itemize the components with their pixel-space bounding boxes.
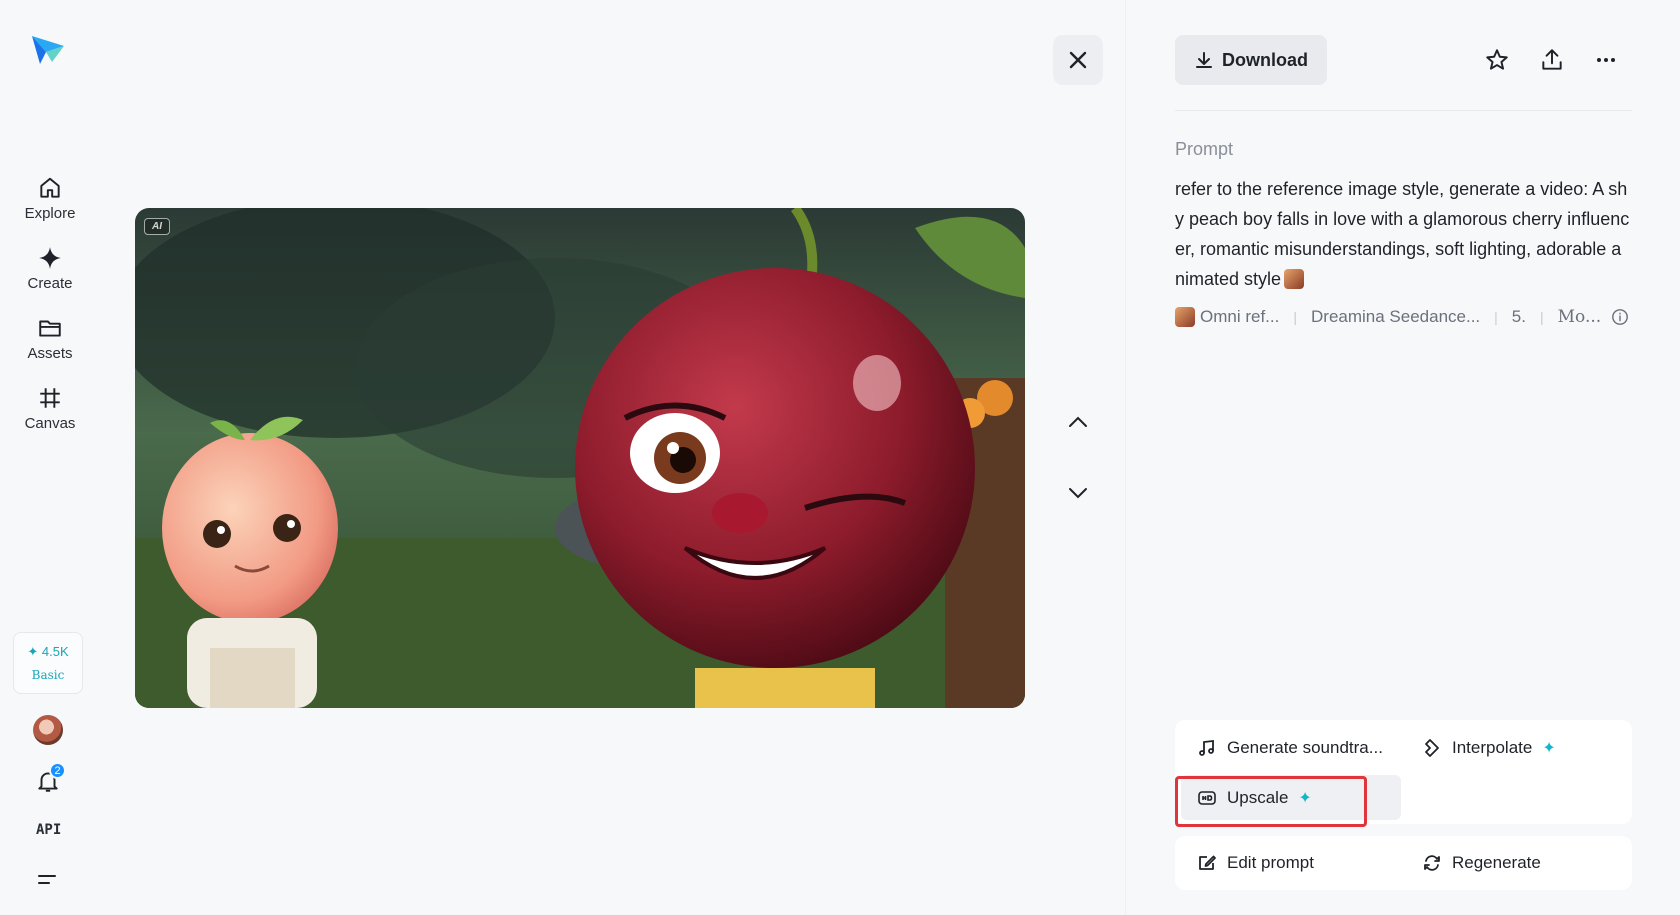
diamond-icon — [39, 247, 61, 269]
reference-thumb-icon — [1175, 307, 1195, 327]
refresh-icon — [1424, 855, 1440, 871]
sidebar-item-canvas[interactable]: Canvas — [10, 385, 90, 445]
reference-image-thumbnail — [1284, 269, 1305, 289]
folder-icon — [39, 320, 61, 337]
credits-badge[interactable]: ✦ 4.5K Basic — [13, 632, 83, 694]
sidebar-item-label: Create — [27, 275, 73, 292]
meta-separator: | — [1494, 309, 1498, 325]
favorite-button[interactable] — [1482, 45, 1512, 75]
meta-version: 5. — [1511, 307, 1526, 326]
app-logo-icon[interactable] — [30, 32, 66, 68]
action-label: Interpolate — [1452, 738, 1533, 757]
download-icon — [1196, 52, 1212, 68]
frame-icon — [40, 388, 60, 408]
sparkle-icon: ✦ — [1298, 790, 1312, 807]
notification-count-badge: 2 — [49, 762, 66, 779]
regenerate-button[interactable]: Regenerate — [1400, 841, 1541, 885]
sidebar-item-label: Assets — [27, 345, 73, 362]
previous-item-button[interactable] — [1063, 407, 1093, 437]
sidebar-item-assets[interactable]: Assets — [10, 315, 90, 375]
share-icon — [1542, 49, 1562, 70]
close-button[interactable] — [1053, 35, 1103, 85]
upscale-button[interactable]: Upscale ✦ — [1175, 776, 1312, 820]
credits-amount: ✦ 4.5K — [27, 644, 69, 659]
panel-separator — [1175, 110, 1632, 111]
next-item-button[interactable] — [1063, 478, 1093, 508]
meta-separator: | — [1539, 309, 1544, 325]
hd-icon — [1198, 791, 1216, 805]
chevron-up-icon — [1069, 416, 1087, 427]
video-frame-illustration — [135, 208, 1025, 708]
generate-soundtrack-button[interactable]: Generate soundtra... — [1175, 726, 1383, 770]
music-note-icon — [1199, 739, 1214, 756]
plan-name: Basic — [31, 668, 65, 682]
action-label: Regenerate — [1452, 853, 1541, 872]
more-options-button[interactable] — [1591, 45, 1621, 75]
action-label: Edit prompt — [1227, 853, 1314, 872]
edit-icon — [1199, 855, 1216, 870]
sidebar-item-create[interactable]: Create — [10, 245, 90, 305]
action-label: Upscale — [1227, 788, 1289, 807]
prompt-text: refer to the reference image style, gene… — [1175, 174, 1630, 294]
menu-icon[interactable] — [36, 870, 58, 888]
interpolate-icon — [1425, 739, 1439, 757]
sparkle-icon: ✦ — [1542, 740, 1556, 757]
api-link[interactable]: API — [36, 822, 61, 838]
edit-prompt-button[interactable]: Edit prompt — [1175, 841, 1314, 885]
prompt-label: Prompt — [1175, 139, 1234, 159]
meta-separator: | — [1293, 309, 1297, 325]
info-icon[interactable] — [1611, 308, 1629, 326]
ai-generated-tag: AI — [144, 218, 170, 235]
prompt-text-content: refer to the reference image style, gene… — [1175, 179, 1630, 289]
more-icon — [1597, 58, 1615, 62]
action-label: Generate soundtra... — [1227, 738, 1383, 757]
sidebar-item-label: Canvas — [24, 415, 76, 432]
home-icon — [40, 177, 60, 198]
left-sidebar: Explore Create Assets Canvas ✦ 4.5K Basi… — [0, 0, 100, 915]
panel-divider — [1125, 0, 1126, 915]
star-icon — [1486, 49, 1508, 70]
avatar[interactable] — [33, 715, 63, 745]
download-button[interactable]: Download — [1175, 35, 1327, 85]
share-button[interactable] — [1537, 45, 1567, 75]
meta-model: Dreamina Seedance... — [1311, 307, 1481, 326]
meta-mode: Mo... — [1557, 307, 1602, 327]
chevron-down-icon — [1069, 488, 1087, 499]
meta-reference: Omni ref... — [1200, 307, 1280, 326]
interpolate-button[interactable]: Interpolate ✦ — [1400, 726, 1556, 770]
sidebar-item-label: Explore — [24, 205, 76, 222]
generated-video-preview[interactable] — [135, 208, 1025, 708]
sidebar-item-explore[interactable]: Explore — [10, 175, 90, 235]
close-icon — [1069, 51, 1087, 69]
generation-meta: Omni ref... | Dreamina Seedance... | 5. … — [1175, 305, 1645, 329]
download-label: Download — [1222, 49, 1308, 70]
